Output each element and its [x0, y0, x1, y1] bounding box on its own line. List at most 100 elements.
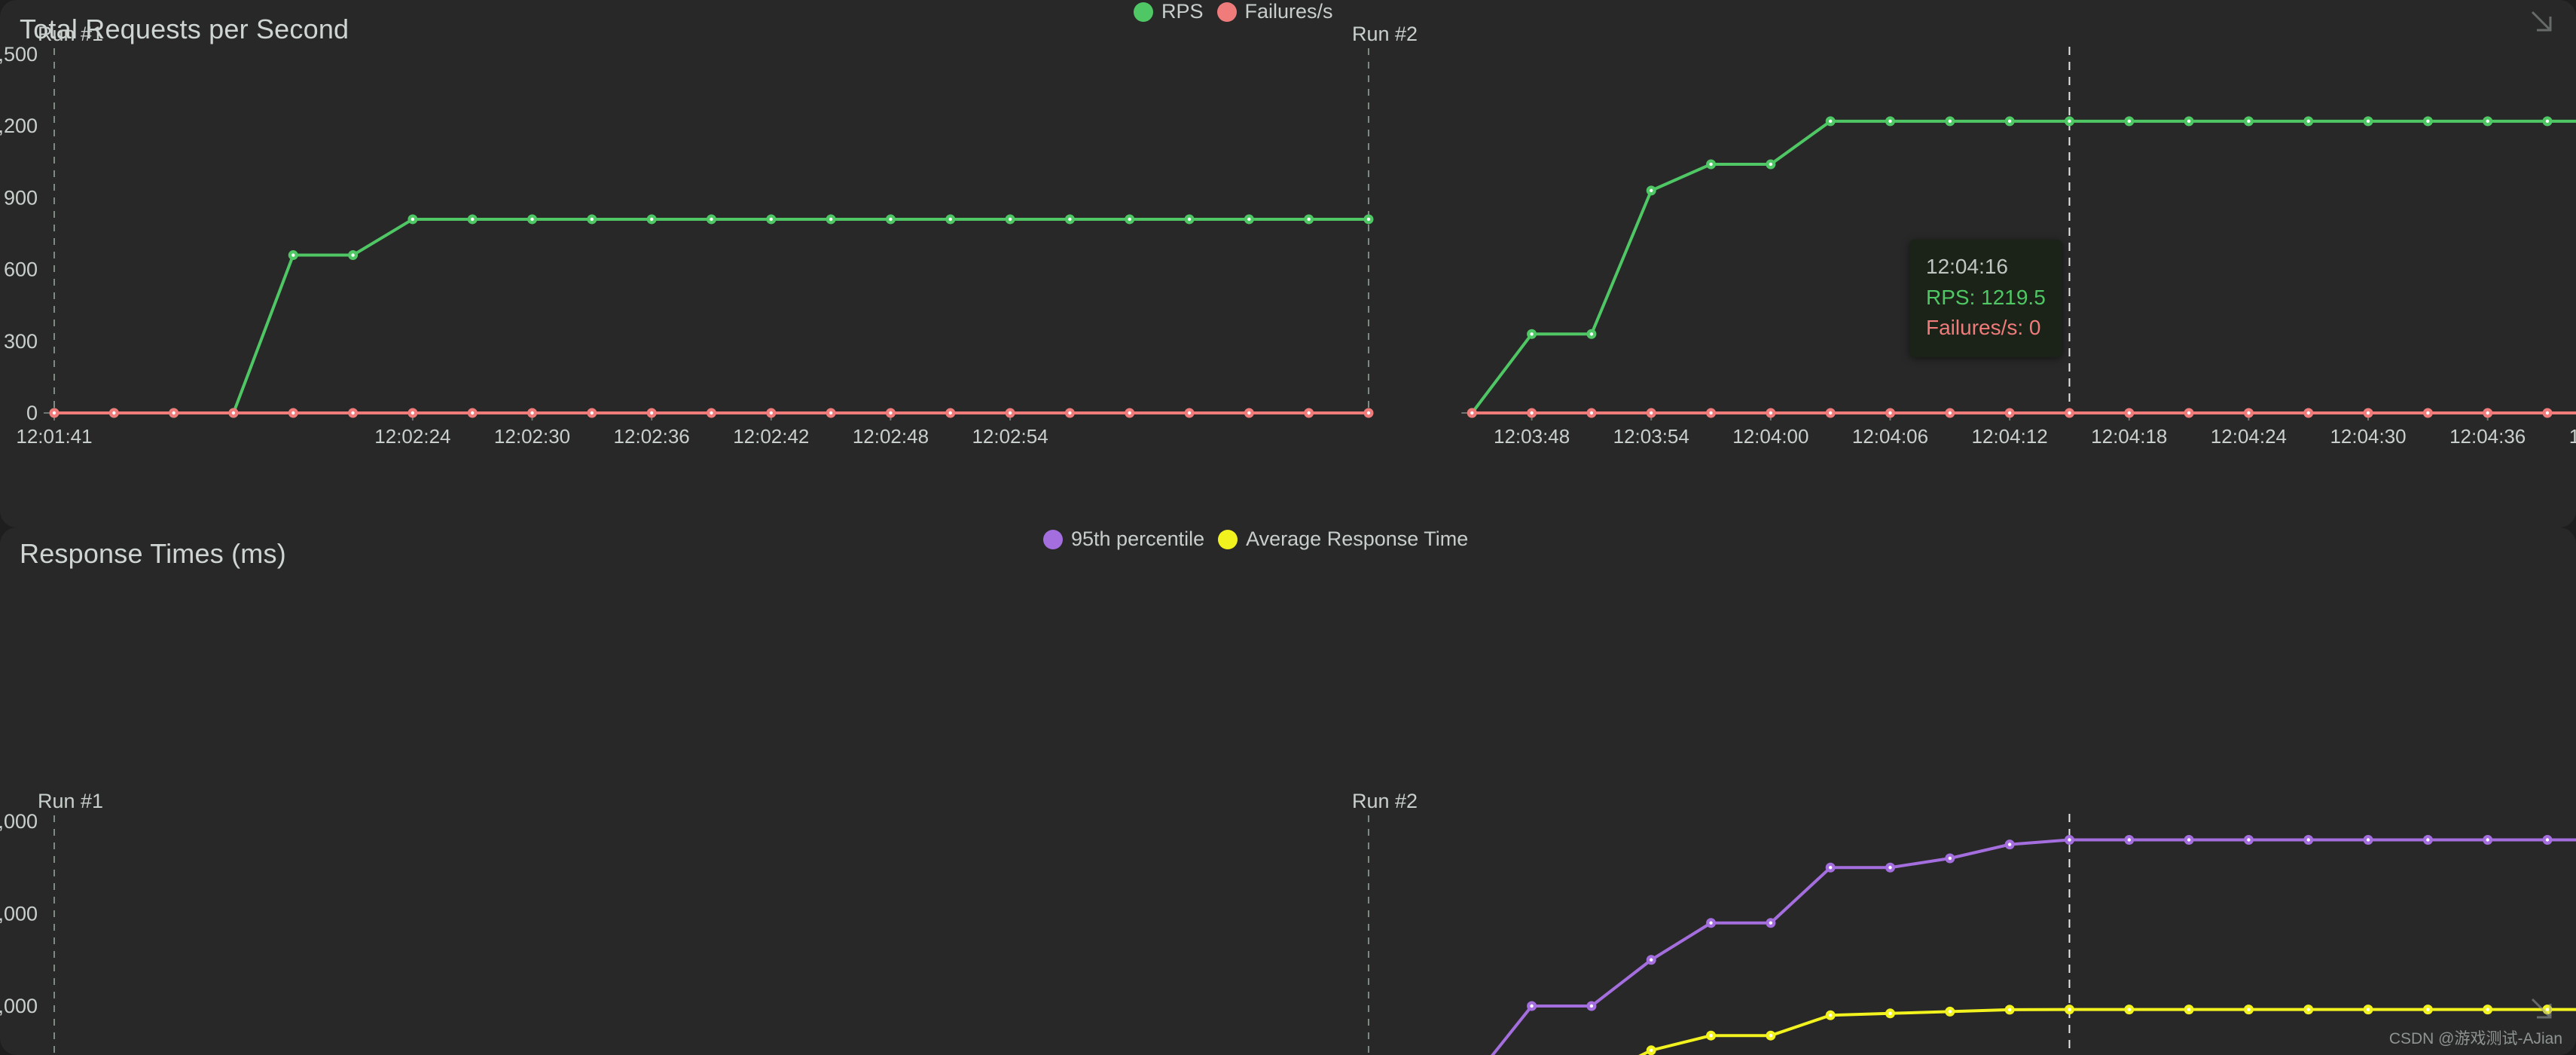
series-point[interactable]: [2184, 835, 2194, 845]
series-point[interactable]: [1885, 116, 1896, 127]
series-point[interactable]: [1885, 862, 1896, 873]
series-point[interactable]: [2064, 116, 2074, 127]
series-point[interactable]: [1885, 1008, 1896, 1019]
series-point[interactable]: [2184, 1005, 2194, 1015]
series-point[interactable]: [646, 214, 657, 225]
series-point[interactable]: [885, 408, 896, 418]
series-point[interactable]: [826, 408, 836, 418]
series-point[interactable]: [1945, 853, 1955, 864]
series-point[interactable]: [2004, 839, 2015, 850]
series-point[interactable]: [1706, 159, 1717, 170]
series-point[interactable]: [1244, 214, 1254, 225]
series-point[interactable]: [2243, 835, 2254, 845]
series-point[interactable]: [108, 408, 119, 418]
series-point[interactable]: [2184, 408, 2194, 418]
series-point[interactable]: [1646, 185, 1656, 196]
series-point[interactable]: [1646, 955, 1656, 965]
series-point[interactable]: [2124, 116, 2135, 127]
series-point[interactable]: [228, 408, 239, 418]
series-point[interactable]: [885, 214, 896, 225]
series-point[interactable]: [1885, 408, 1896, 418]
series-point[interactable]: [2064, 835, 2074, 845]
series-point[interactable]: [2303, 408, 2314, 418]
series-point[interactable]: [2422, 1005, 2433, 1015]
series-point[interactable]: [1586, 329, 1597, 339]
series-point[interactable]: [1706, 408, 1717, 418]
series-point[interactable]: [587, 214, 597, 225]
series-point[interactable]: [1825, 116, 1836, 127]
series-point[interactable]: [2483, 408, 2493, 418]
series-point[interactable]: [1706, 918, 1717, 928]
series-point[interactable]: [706, 408, 716, 418]
series-point[interactable]: [1825, 1010, 1836, 1020]
series-point[interactable]: [1646, 1045, 1656, 1055]
series-point[interactable]: [467, 214, 478, 225]
series-point[interactable]: [2243, 408, 2254, 418]
series-point[interactable]: [1825, 862, 1836, 873]
series-point[interactable]: [2124, 1005, 2135, 1015]
series-point[interactable]: [1304, 214, 1314, 225]
series-point[interactable]: [1184, 214, 1195, 225]
series-point[interactable]: [1586, 1001, 1597, 1011]
series-point[interactable]: [288, 408, 298, 418]
series-point[interactable]: [1766, 1030, 1776, 1041]
series-point[interactable]: [1527, 408, 1537, 418]
series-point[interactable]: [2004, 408, 2015, 418]
series-point[interactable]: [527, 214, 538, 225]
series-point[interactable]: [169, 408, 179, 418]
series-point[interactable]: [1125, 408, 1135, 418]
series-point[interactable]: [1945, 408, 1955, 418]
series-point[interactable]: [2422, 408, 2433, 418]
series-point[interactable]: [2303, 116, 2314, 127]
series-point[interactable]: [1467, 408, 1477, 418]
series-point[interactable]: [1184, 408, 1195, 418]
series-point[interactable]: [2422, 835, 2433, 845]
series-point[interactable]: [1945, 1006, 1955, 1017]
series-point[interactable]: [2542, 408, 2553, 418]
series-point[interactable]: [1363, 408, 1374, 418]
series-point[interactable]: [2363, 408, 2373, 418]
series-point[interactable]: [826, 214, 836, 225]
series-point[interactable]: [1766, 918, 1776, 928]
series-point[interactable]: [766, 214, 777, 225]
series-point[interactable]: [1005, 408, 1015, 418]
series-point[interactable]: [467, 408, 478, 418]
series-point[interactable]: [2004, 116, 2015, 127]
chart-canvas-rps[interactable]: 0 300 600 900 1,200 1,500 12:01:41 12:02:24 12:0…: [0, 0, 2576, 528]
series-point[interactable]: [1586, 408, 1597, 418]
series-point[interactable]: [1527, 1001, 1537, 1011]
series-point[interactable]: [1304, 408, 1314, 418]
series-point[interactable]: [2363, 1005, 2373, 1015]
series-point[interactable]: [407, 214, 418, 225]
series-point[interactable]: [945, 408, 956, 418]
series-point[interactable]: [2303, 835, 2314, 845]
series-point[interactable]: [348, 408, 359, 418]
series-point[interactable]: [49, 408, 60, 418]
series-point[interactable]: [2483, 116, 2493, 127]
series-point[interactable]: [1064, 408, 1075, 418]
series-point[interactable]: [1363, 214, 1374, 225]
series-point[interactable]: [527, 408, 538, 418]
series-point[interactable]: [2124, 835, 2135, 845]
series-point[interactable]: [1646, 408, 1656, 418]
series-point[interactable]: [2243, 116, 2254, 127]
series-point[interactable]: [587, 408, 597, 418]
series-point[interactable]: [2243, 1005, 2254, 1015]
series-point[interactable]: [646, 408, 657, 418]
series-point[interactable]: [2064, 408, 2074, 418]
series-point[interactable]: [766, 408, 777, 418]
series-point[interactable]: [407, 408, 418, 418]
series-point[interactable]: [2363, 835, 2373, 845]
legend-item-avg[interactable]: Average Response Time: [1218, 528, 1468, 551]
series-point[interactable]: [1244, 408, 1254, 418]
legend-item-p95[interactable]: 95th percentile: [1043, 528, 1204, 551]
series-point[interactable]: [2363, 116, 2373, 127]
series-point[interactable]: [1064, 214, 1075, 225]
series-point[interactable]: [2483, 835, 2493, 845]
series-point[interactable]: [1766, 159, 1776, 170]
series-point[interactable]: [1945, 116, 1955, 127]
series-point[interactable]: [2184, 116, 2194, 127]
series-point[interactable]: [945, 214, 956, 225]
series-point[interactable]: [2542, 116, 2553, 127]
series-point[interactable]: [1766, 408, 1776, 418]
